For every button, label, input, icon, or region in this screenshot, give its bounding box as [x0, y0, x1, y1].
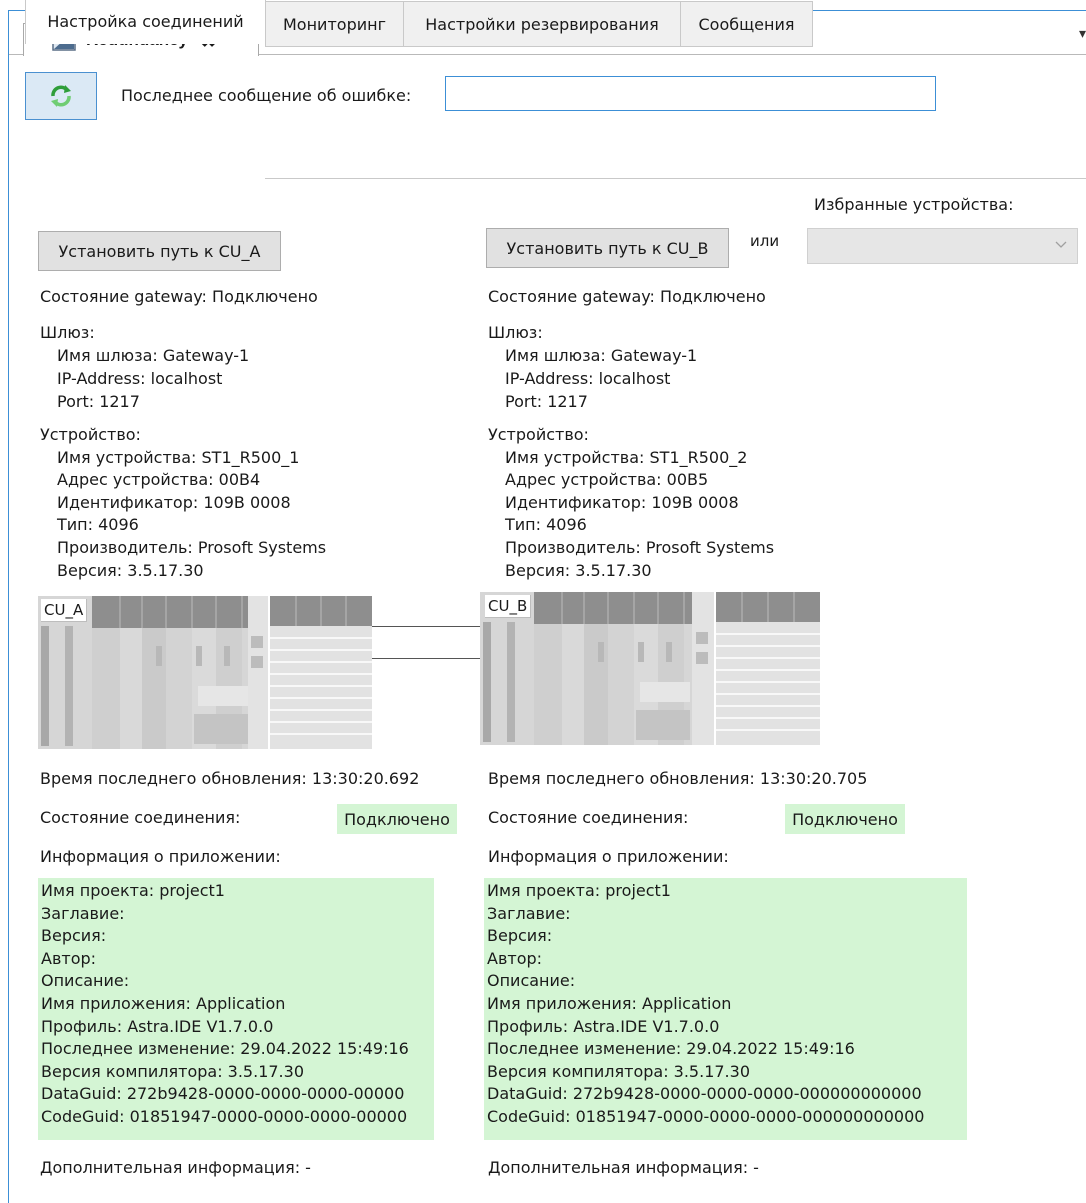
cu-b-device-address: Адрес устройства: 00B5: [505, 470, 709, 489]
cu-a-identifier: Идентификатор: 109B 0008: [57, 493, 291, 512]
app-info-line: Последнее изменение: 29.04.2022 15:49:16: [41, 1039, 409, 1059]
cu-a-version: Версия: 3.5.17.30: [57, 561, 204, 580]
app-info-line: DataGuid: 272b9428-0000-0000-0000-00000: [41, 1084, 405, 1104]
set-path-cu-a-button[interactable]: Установить путь к CU_A: [38, 231, 281, 271]
cu-b-type: Тип: 4096: [505, 515, 587, 534]
chevron-down-icon[interactable]: ▾: [1079, 26, 1086, 42]
app-info-line: Автор:: [41, 948, 97, 968]
redundancy-link-line: [372, 658, 480, 659]
cu-b-ip-address: IP-Address: localhost: [505, 369, 671, 388]
cu-b-app-info-box: Имя проекта: project1 Заглавие: Версия: …: [484, 878, 967, 1140]
app-info-line: Имя приложения: Application: [41, 993, 286, 1013]
cu-a-connection-state-label: Состояние соединения:: [40, 808, 241, 827]
cu-b-gateway-state: Состояние gateway: Подключено: [488, 287, 766, 306]
cu-b-connection-state-badge: Подключено: [785, 804, 905, 834]
favorite-devices-select[interactable]: [807, 228, 1078, 264]
cu-a-label: CU_A: [41, 599, 88, 622]
app-info-line: Имя проекта: project1: [41, 881, 225, 900]
cu-a-ip-address: IP-Address: localhost: [57, 369, 223, 388]
cu-a-vendor: Производитель: Prosoft Systems: [57, 538, 327, 557]
cu-a-port: Port: 1217: [57, 392, 140, 411]
cu-b-identifier: Идентификатор: 109B 0008: [505, 493, 739, 512]
cu-a-app-info-label: Информация о приложении:: [40, 847, 281, 866]
chevron-down-icon: [1055, 241, 1067, 248]
cu-a-last-update: Время последнего обновления: 13:30:20.69…: [40, 769, 420, 788]
tab-connection-settings[interactable]: Настройка соединений: [25, 0, 266, 44]
cu-a-device-address: Адрес устройства: 00B4: [57, 470, 261, 489]
app-info-line: Имя проекта: project1: [487, 881, 671, 900]
cu-a-connection-state-badge: Подключено: [337, 804, 457, 834]
cu-a-app-info-box: Имя проекта: project1 Заглавие: Версия: …: [38, 878, 434, 1140]
last-error-label: Последнее сообщение об ошибке:: [121, 86, 412, 105]
favorite-devices-label: Избранные устройства:: [814, 195, 1014, 214]
cu-b-device-name: Имя устройства: ST1_R500_2: [505, 448, 748, 467]
app-info-line: Заглавие:: [487, 903, 571, 923]
app-info-line: Автор:: [487, 948, 543, 968]
cu-b-gateway-name: Имя шлюза: Gateway-1: [505, 346, 698, 365]
tab-messages[interactable]: Сообщения: [680, 1, 813, 47]
cu-b-app-info-label: Информация о приложении:: [488, 847, 729, 866]
tab-label: Сообщения: [698, 14, 795, 34]
plc-rack-icon: [38, 596, 372, 749]
tab-label: Настройки резервирования: [425, 14, 659, 34]
cu-b-connection-state-label: Состояние соединения:: [488, 808, 689, 827]
refresh-icon: [51, 85, 71, 107]
cu-a-type: Тип: 4096: [57, 515, 139, 534]
cu-b-gateway-header: Шлюз:: [488, 323, 543, 342]
cu-b-last-update: Время последнего обновления: 13:30:20.70…: [488, 769, 868, 788]
app-info-line: Версия компилятора: 3.5.17.30: [41, 1061, 304, 1081]
app-info-line: Версия:: [41, 926, 107, 946]
plc-cu-b-image: CU_B: [480, 592, 820, 745]
tab-redundancy-settings[interactable]: Настройки резервирования: [403, 1, 681, 47]
cu-b-label: CU_B: [485, 595, 532, 618]
app-info-line: Имя приложения: Application: [487, 993, 732, 1013]
cu-b-port: Port: 1217: [505, 392, 588, 411]
app-info-line: CodeGuid: 01851947-0000-0000-0000-000000…: [487, 1106, 925, 1126]
app-info-line: Описание:: [41, 971, 130, 991]
cu-a-extra-info: Дополнительная информация: -: [40, 1158, 311, 1177]
cu-b-device-header: Устройство:: [488, 425, 589, 444]
cu-a-gateway-header: Шлюз:: [40, 323, 95, 342]
plc-cu-a-image: CU_A: [38, 596, 372, 749]
cu-b-vendor: Производитель: Prosoft Systems: [505, 538, 775, 557]
last-error-field[interactable]: [445, 76, 936, 111]
refresh-button[interactable]: [25, 72, 97, 120]
app-info-line: Профиль: Astra.IDE V1.7.0.0: [487, 1016, 720, 1036]
app-info-line: Версия компилятора: 3.5.17.30: [487, 1061, 750, 1081]
set-path-cu-b-button[interactable]: Установить путь к CU_B: [486, 228, 729, 268]
app-info-line: Профиль: Astra.IDE V1.7.0.0: [41, 1016, 274, 1036]
tab-label: Настройка соединений: [47, 12, 244, 31]
tabs-divider: [265, 178, 1086, 179]
cu-a-device-header: Устройство:: [40, 425, 141, 444]
cu-a-gateway-state: Состояние gateway: Подключено: [40, 287, 318, 306]
app-info-line: DataGuid: 272b9428-0000-0000-0000-000000…: [487, 1084, 922, 1104]
cu-a-gateway-name: Имя шлюза: Gateway-1: [57, 346, 250, 365]
tab-label: Мониторинг: [283, 14, 386, 34]
cu-a-device-name: Имя устройства: ST1_R500_1: [57, 448, 300, 467]
or-label: или: [750, 232, 780, 250]
app-info-line: Описание:: [487, 971, 576, 991]
tab-monitoring[interactable]: Мониторинг: [265, 1, 404, 47]
cu-b-extra-info: Дополнительная информация: -: [488, 1158, 759, 1177]
app-info-line: Версия:: [487, 926, 553, 946]
app-info-line: Заглавие:: [41, 903, 125, 923]
app-info-line: CodeGuid: 01851947-0000-0000-0000-00000: [41, 1106, 408, 1126]
cu-b-version: Версия: 3.5.17.30: [505, 561, 652, 580]
redundancy-link-line: [372, 626, 480, 627]
app-info-line: Последнее изменение: 29.04.2022 15:49:16: [487, 1039, 855, 1059]
